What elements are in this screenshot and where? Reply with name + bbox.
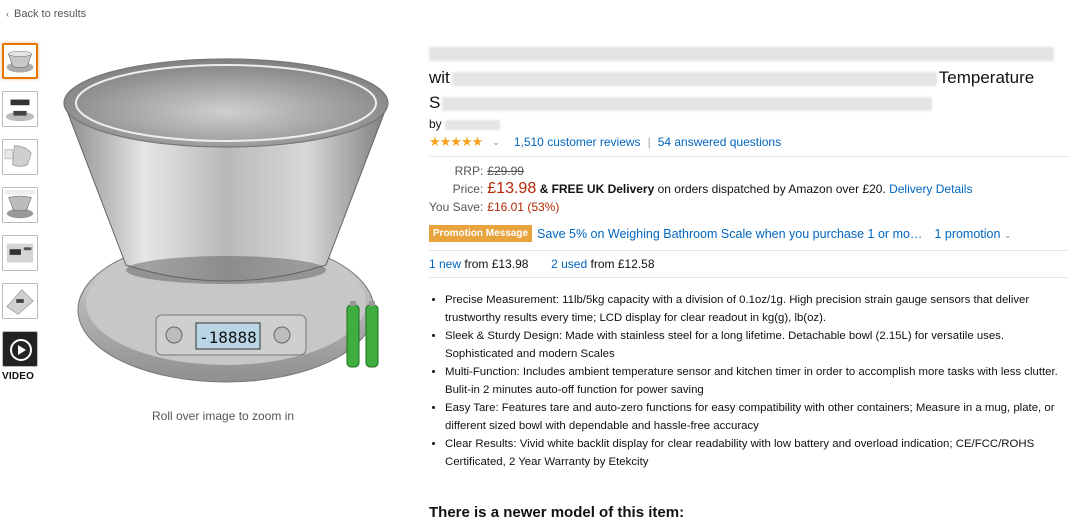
product-title: wit Temperature S: [429, 40, 1069, 115]
promotion-badge: Promotion Message: [429, 225, 533, 242]
divider: [429, 277, 1069, 278]
video-label: VIDEO: [2, 371, 35, 382]
promotion-row: Promotion Message Save 5% on Weighing Ba…: [429, 225, 1069, 242]
separator: |: [647, 135, 651, 149]
chevron-down-icon: ⌄: [1003, 229, 1012, 240]
answered-questions-link[interactable]: 54 answered questions: [658, 135, 781, 149]
main-product-image[interactable]: -18888: [56, 45, 396, 405]
title-line2-end: Temperature: [938, 68, 1035, 87]
used-offers-link[interactable]: 2 used: [551, 257, 587, 271]
thumbnail-5[interactable]: [2, 235, 38, 271]
blurred-title-line1: [429, 46, 1054, 61]
feature-bullet: Multi-Function: Includes ambient tempera…: [445, 364, 1069, 399]
feature-bullet: Clear Results: Vivid white backlit displ…: [445, 436, 1069, 471]
used-offers-price: from £12.58: [590, 257, 655, 271]
blurred-title-line2: [451, 71, 937, 86]
more-promotions-dropdown[interactable]: 1 promotion ⌄: [934, 227, 1011, 241]
new-offers-link[interactable]: 1 new: [429, 257, 461, 271]
brand-link[interactable]: [445, 119, 501, 130]
brand-row: by: [429, 117, 1069, 131]
blurred-title-line3: [442, 96, 933, 111]
play-icon: [10, 339, 32, 361]
rrp-label: RRP:: [454, 164, 484, 178]
feature-bullet: Sleek & Sturdy Design: Made with stainle…: [445, 328, 1069, 363]
video-thumbnail[interactable]: [2, 331, 38, 367]
thumbnail-1[interactable]: [2, 43, 38, 79]
divider: [429, 156, 1069, 157]
promotion-link[interactable]: Save 5% on Weighing Bathroom Scale when …: [537, 227, 922, 241]
title-line3-start: S: [429, 93, 441, 112]
you-save-value: £16.01 (53%): [487, 200, 560, 214]
back-label: Back to results: [14, 8, 87, 20]
more-promotions-label: 1 promotion: [934, 226, 1001, 241]
newer-model-heading: There is a newer model of this item:: [429, 504, 685, 521]
feature-bullets: Precise Measurement: 11lb/5kg capacity w…: [429, 292, 1069, 471]
thumbnail-2[interactable]: [2, 91, 38, 127]
delivery-condition: on orders dispatched by Amazon over £20.: [657, 182, 886, 196]
you-save-label: You Save:: [429, 200, 484, 214]
reviews-link[interactable]: 1,510 customer reviews: [514, 135, 641, 149]
thumbnail-6[interactable]: [2, 283, 38, 319]
rating-row: ★★★★★ ⌄ 1,510 customer reviews | 54 answ…: [429, 134, 1069, 150]
free-delivery-text: & FREE UK Delivery: [539, 182, 655, 196]
by-label: by: [429, 117, 442, 131]
new-offers-price: from £13.98: [464, 257, 529, 271]
delivery-details-link[interactable]: Delivery Details: [889, 182, 972, 196]
thumbnail-4[interactable]: [2, 187, 38, 223]
price-table: RRP: £29.99 Price: £13.98 & FREE UK Deli…: [429, 163, 972, 215]
chevron-down-icon[interactable]: ⌄: [492, 137, 500, 148]
thumbnail-3[interactable]: [2, 139, 38, 175]
divider: [429, 250, 1069, 251]
feature-bullet: Easy Tare: Features tare and auto-zero f…: [445, 400, 1069, 435]
star-rating-icon[interactable]: ★★★★★: [429, 134, 483, 150]
thumbnail-strip: VIDEO: [2, 43, 42, 382]
price-value: £13.98: [487, 180, 537, 197]
chevron-left-icon: ‹: [6, 9, 9, 19]
back-to-results-link[interactable]: ‹ Back to results: [6, 8, 86, 20]
offers-row: 1 new from £13.98 2 used from £12.58: [429, 257, 1069, 271]
zoom-hint: Roll over image to zoom in: [152, 409, 295, 423]
title-line2-start: wit: [429, 68, 450, 87]
feature-bullet: Precise Measurement: 11lb/5kg capacity w…: [445, 292, 1069, 327]
rrp-value: £29.99: [487, 164, 524, 178]
price-label: Price:: [452, 182, 484, 196]
svg-text:-18888: -18888: [199, 328, 257, 347]
product-details: wit Temperature S by ★★★★★ ⌄ 1,510 custom…: [429, 40, 1069, 472]
